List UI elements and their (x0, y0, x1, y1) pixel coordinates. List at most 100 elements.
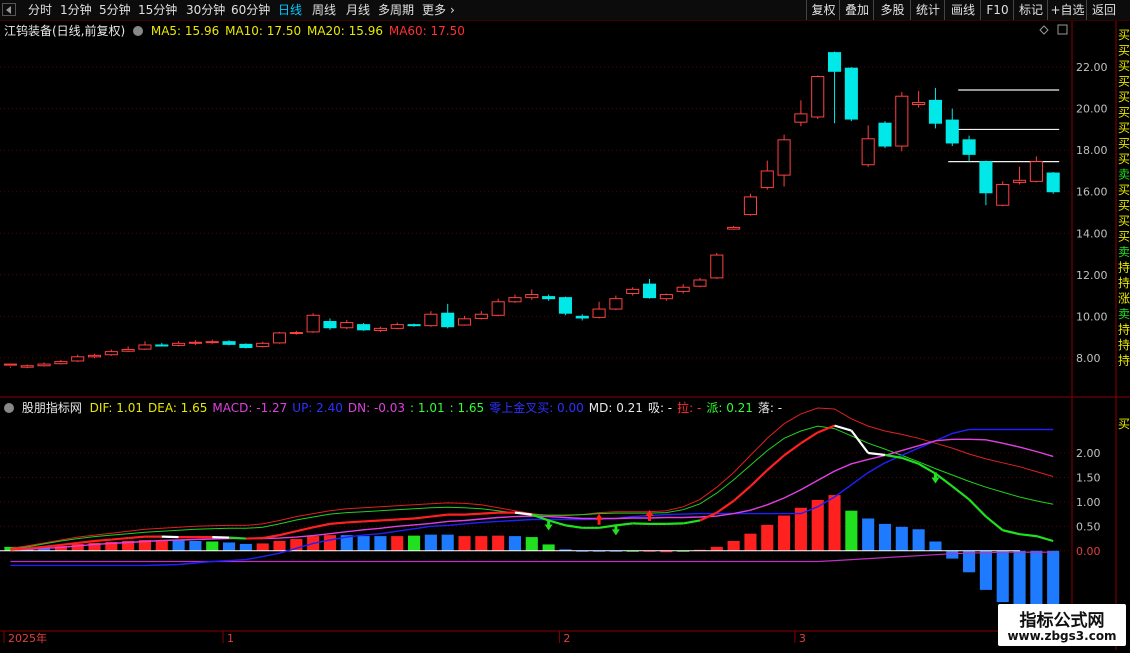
dif-segment (397, 519, 414, 520)
candle-body (1030, 162, 1042, 182)
signal-char: 持 (1118, 260, 1130, 275)
candle-body (290, 333, 302, 334)
candle-body (475, 314, 487, 318)
dif-segment (481, 513, 498, 514)
indicator-value-4: DN: -0.03 (348, 401, 405, 415)
candle-body (711, 255, 723, 278)
buy-arrow-icon (595, 514, 603, 525)
candle-body (324, 322, 336, 328)
signal-char: 买 (1118, 230, 1130, 244)
macd-bar (206, 541, 218, 550)
signal-char: 持 (1118, 337, 1130, 352)
dif-segment (229, 538, 246, 539)
ma20-value: MA20: 15.96 (307, 24, 383, 38)
signal-char: 买 (1118, 121, 1130, 135)
indicator-settings-icon[interactable] (4, 403, 14, 413)
candle-body (509, 298, 521, 302)
macd-bar (1047, 551, 1059, 612)
dif-segment (935, 474, 952, 487)
macd-bar (761, 525, 773, 551)
ma5-value: MA5: 15.96 (151, 24, 219, 38)
macd-bar (828, 495, 840, 551)
price-axis-label: 16.00 (1076, 186, 1108, 199)
candle-body (879, 123, 891, 146)
toolbar-button-7[interactable]: +自选 (1047, 0, 1087, 20)
price-axis-label: 14.00 (1076, 227, 1108, 240)
candle-body (206, 342, 218, 343)
dif-segment (734, 486, 751, 501)
candle-body (425, 314, 437, 325)
macd-bar (896, 527, 908, 551)
indicator-header: 股朋指标网 DIF: 1.01DEA: 1.65MACD: -1.27UP: 2… (4, 399, 787, 416)
candle-body (913, 102, 925, 104)
dif-segment (111, 538, 128, 539)
watermark-title: 指标公式网 (998, 606, 1126, 631)
candle-body (963, 140, 975, 155)
indicator-value-5: : 1.01 (410, 401, 445, 415)
toolbar-button-2[interactable]: 多股 (873, 0, 911, 20)
macd-bar (408, 536, 420, 551)
macd-bar (845, 511, 857, 551)
macd-axis-label: 0.50 (1076, 520, 1101, 533)
candle-body (576, 316, 588, 318)
tab-1[interactable]: 1分钟 (60, 0, 92, 20)
dif-segment (565, 525, 582, 527)
toolbar-button-4[interactable]: 画线 (944, 0, 981, 20)
macd-bar (358, 536, 370, 551)
tab-9[interactable]: 多周期 (378, 0, 414, 20)
macd-bar (913, 529, 925, 551)
candle-body (593, 309, 605, 317)
date-label: 3 (799, 632, 806, 645)
toolbar-button-5[interactable]: F10 (980, 0, 1014, 20)
more-arrow-icon[interactable]: › (450, 0, 455, 20)
toolbar-button-6[interactable]: 标记 (1013, 0, 1048, 20)
candle-body (896, 96, 908, 146)
candle-body (1047, 173, 1059, 192)
dif-segment (885, 455, 902, 458)
candle-body (677, 287, 689, 291)
tab-2[interactable]: 5分钟 (99, 0, 131, 20)
price-axis-label: 22.00 (1076, 61, 1108, 74)
price-axis-label: 12.00 (1076, 269, 1108, 282)
tab-0[interactable]: 分时 (28, 0, 52, 20)
macd-bar (173, 541, 185, 551)
date-label: 2 (563, 632, 570, 645)
kline-chart[interactable]: 22.0020.0018.0016.0014.0012.0010.008.002… (0, 21, 1130, 650)
candle-body (257, 343, 269, 346)
candle-body (610, 299, 622, 309)
indicator-value-0: DIF: 1.01 (90, 401, 143, 415)
tab-6[interactable]: 日线 (278, 0, 302, 20)
back-arrow-icon[interactable] (2, 3, 16, 16)
main-chart-header: 江钨装备(日线,前复权) MA5: 15.96 MA10: 17.50 MA20… (4, 22, 465, 39)
signal-char: 卖 (1118, 307, 1130, 321)
settings-icon[interactable] (133, 26, 143, 36)
macd-bar (879, 524, 891, 551)
signal-char: 买 (1118, 137, 1130, 151)
dif-segment (750, 470, 767, 486)
macd-bar (257, 543, 269, 550)
candle-body (307, 315, 319, 332)
price-axis-label: 8.00 (1076, 352, 1101, 365)
tab-3[interactable]: 15分钟 (138, 0, 177, 20)
toolbar-button-1[interactable]: 叠加 (839, 0, 874, 20)
toolbar-button-8[interactable]: 返回 (1086, 0, 1121, 20)
macd-bar (374, 536, 386, 551)
candle-body (627, 289, 639, 293)
candle-body (88, 355, 100, 356)
tab-5[interactable]: 60分钟 (231, 0, 270, 20)
indicator-value-7: 零上金叉买: 0.00 (489, 401, 584, 415)
macd-bar (728, 541, 740, 551)
macd-bar (189, 541, 201, 551)
candle-body (273, 333, 285, 343)
macd-bar (997, 551, 1009, 602)
tab-8[interactable]: 月线 (346, 0, 370, 20)
dif-segment (414, 517, 431, 519)
toolbar-button-3[interactable]: 统计 (910, 0, 945, 20)
macd-bar (812, 500, 824, 551)
tab-10[interactable]: 更多 (422, 0, 446, 20)
tab-7[interactable]: 周线 (312, 0, 336, 20)
toolbar-button-0[interactable]: 复权 (806, 0, 840, 20)
tab-4[interactable]: 30分钟 (186, 0, 225, 20)
signal-char: 买 (1118, 59, 1130, 73)
candle-body (795, 114, 807, 122)
